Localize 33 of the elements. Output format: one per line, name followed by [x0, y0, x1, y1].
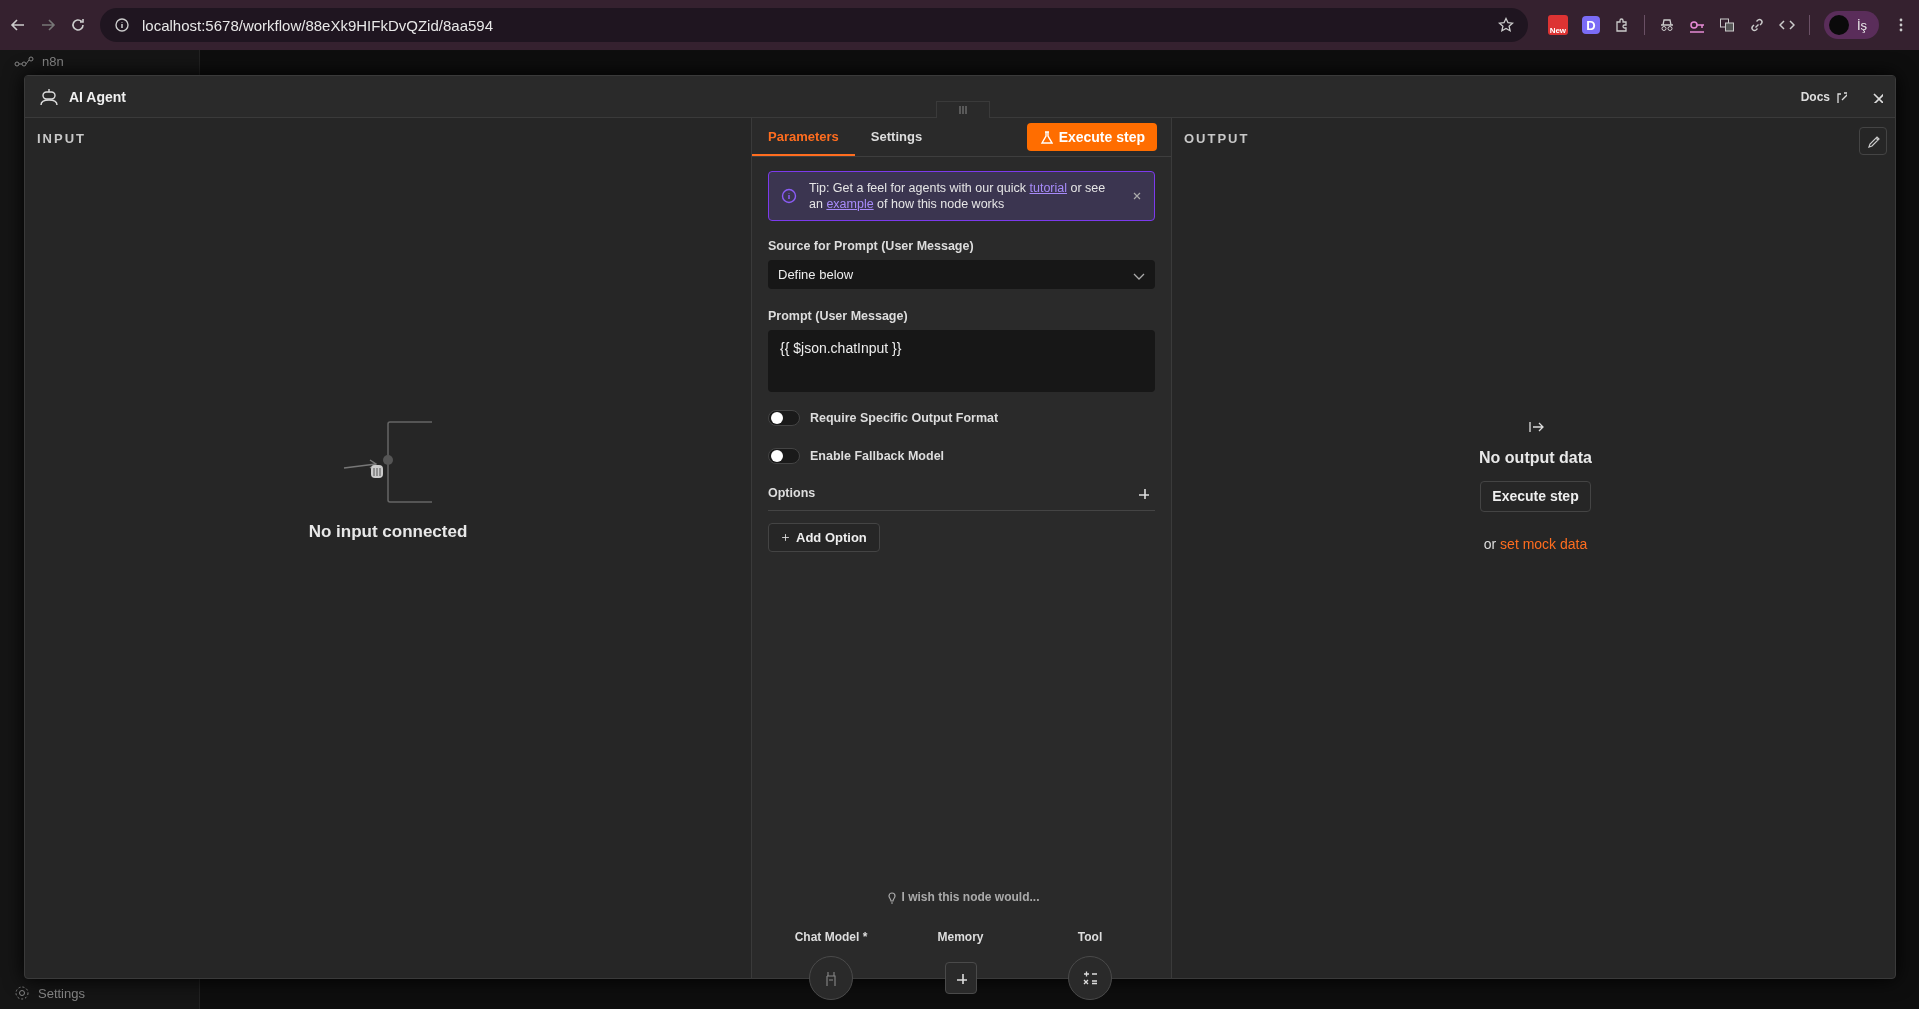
- settings-link[interactable]: Settings: [38, 985, 85, 1001]
- add-option-button[interactable]: Add Option: [768, 523, 880, 552]
- select-field[interactable]: Define below: [768, 260, 1155, 289]
- set-mock-data-link[interactable]: set mock data: [1500, 535, 1588, 552]
- brand-name: n8n: [42, 54, 64, 69]
- field-label: Prompt (User Message): [768, 309, 909, 323]
- docs-link[interactable]: Docs: [1800, 89, 1847, 104]
- address-bar[interactable]: localhost:5678/workflow/88eXk9HIFkDvQZid/8aa594: [100, 8, 1528, 42]
- modal-title: AI Agent: [69, 88, 128, 105]
- options-label: Options: [768, 486, 816, 500]
- toggle-label: Enable Fallback Model: [810, 449, 945, 463]
- execute-step-button[interactable]: Execute step: [1480, 480, 1591, 512]
- empty-message: No input connected: [308, 521, 468, 542]
- tab[interactable]: Parameters: [752, 118, 855, 156]
- connector-label: Chat Model *: [794, 930, 868, 944]
- new-badge-extension[interactable]: New: [1547, 15, 1568, 35]
- field-label: Source for Prompt (User Message): [768, 239, 975, 253]
- panel-heading: INPUT: [37, 131, 87, 146]
- example-link[interactable]: example: [826, 197, 874, 211]
- tab[interactable]: Settings: [854, 118, 939, 156]
- connector-label: Memory: [937, 930, 984, 944]
- tutorial-link[interactable]: tutorial: [1029, 181, 1067, 195]
- feedback-link[interactable]: I wish this node would...: [768, 890, 1155, 904]
- tip-text: Tip: Get a feel for agents with our quick tutorial or see an example of how this node works: [809, 180, 1107, 212]
- url-text: localhost:5678/workflow/88eXk9HIFkDvQZid/8aa594: [142, 16, 494, 34]
- prompt-field[interactable]: {{ $json.chatInput }}: [768, 330, 1155, 392]
- extension-logo[interactable]: D: [1581, 16, 1600, 34]
- panel-heading: OUTPUT: [1184, 131, 1250, 146]
- toggle-label: Require Specific Output Format: [810, 411, 999, 425]
- empty-title: No output data: [1479, 448, 1592, 467]
- connector-label: Tool: [1077, 930, 1103, 944]
- mock-data-hint: or set mock data: [1483, 535, 1588, 552]
- profile-button[interactable]: İş: [1823, 11, 1879, 39]
